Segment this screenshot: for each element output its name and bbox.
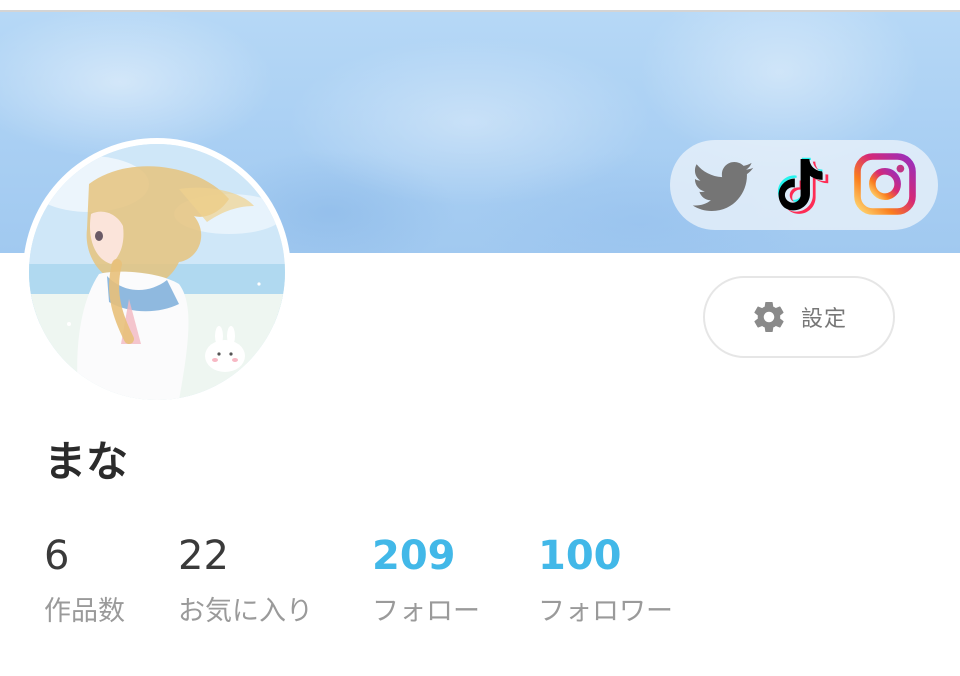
stat-works[interactable]: 6 作品数 xyxy=(44,528,125,630)
stat-favorites[interactable]: 22 お気に入り xyxy=(178,528,313,630)
stat-following-value: 209 xyxy=(372,533,456,579)
tiktok-link[interactable] xyxy=(772,150,838,218)
settings-label: 設定 xyxy=(800,307,847,332)
twitter-bird-icon xyxy=(692,162,754,211)
avatar[interactable] xyxy=(23,138,291,406)
tiktok-note-icon xyxy=(777,157,829,214)
stat-followers[interactable]: 100 フォロワー xyxy=(538,528,673,630)
top-edge-bar xyxy=(0,0,960,12)
instagram-camera-icon xyxy=(854,153,916,215)
stat-following[interactable]: 209 フォロー xyxy=(372,528,480,630)
twitter-link[interactable] xyxy=(690,150,756,218)
stat-favorites-label: お気に入り xyxy=(178,596,313,627)
stat-works-label: 作品数 xyxy=(44,596,125,627)
stat-followers-label: フォロワー xyxy=(538,596,673,627)
gear-icon xyxy=(754,302,784,333)
stat-favorites-value: 22 xyxy=(178,533,229,579)
stat-following-label: フォロー xyxy=(372,596,480,627)
stat-followers-value: 100 xyxy=(538,533,622,579)
settings-button[interactable]: 設定 xyxy=(703,276,895,358)
instagram-link[interactable] xyxy=(852,150,918,218)
user-name: まな xyxy=(44,437,129,486)
avatar-illustration xyxy=(29,144,285,400)
stat-works-value: 6 xyxy=(44,533,70,579)
